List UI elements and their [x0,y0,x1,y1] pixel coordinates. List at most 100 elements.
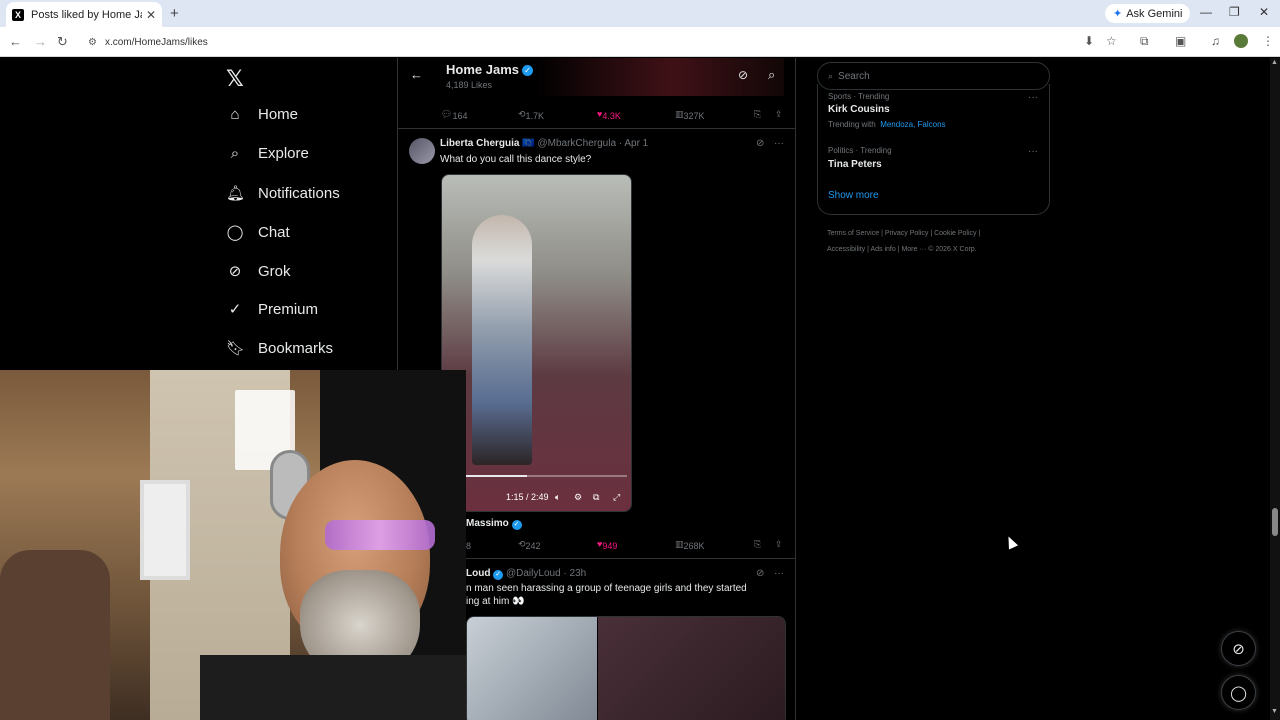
footer-links-2[interactable]: Accessibility | Ads info | More ··· © 20… [827,246,977,253]
nav-premium[interactable]: ✓ Premium [226,300,318,319]
video-credit: Massimo ✓ [466,518,522,530]
views-button[interactable]: ▥ 268K [675,539,705,551]
post-actions: 💬︎ 164 ⟲ 1.7K ♥ 4.3K ▥ 327K ⎘ ⇪ [398,107,795,123]
post-text-line2: ing at him 👀 [466,596,525,607]
url-field[interactable]: ⚙ x.com/HomeJams/likes [82,31,1072,53]
profile-header: ← Home Jams ✓ 4,189 Likes ⊘ ⌕ [398,58,795,96]
media-icon[interactable]: ♫ [1211,34,1220,48]
close-tab-icon[interactable]: ✕ [146,8,156,22]
ask-gemini-button[interactable]: ✦ Ask Gemini [1105,4,1191,23]
scroll-up-icon[interactable]: ▲ [1271,59,1278,66]
more-icon[interactable]: ··· [1028,146,1038,157]
gemini-spark-icon: ✦ [1113,8,1123,20]
scroll-down-icon[interactable]: ▼ [1271,708,1278,715]
author-name[interactable]: Liberta Cherguia [440,138,519,149]
bookmark-icon[interactable]: ⎘ [754,539,761,550]
more-icon[interactable]: ··· [774,138,784,149]
reply-button[interactable]: 💬︎ 164 [441,109,467,121]
post-header: Loud ✓ @DailyLoud · 23h [466,568,586,580]
post-date[interactable]: · Apr 1 [619,138,648,149]
ask-gemini-label: Ask Gemini [1126,7,1183,20]
trends-panel: Sports · Trending Kirk Cousins Trending … [817,84,1050,215]
settings-icon[interactable]: ⚙ [574,492,582,503]
video-player[interactable]: 1:15 / 2:49 🔈︎ ⚙ ⧉ ⤢ [441,174,632,512]
like-count: 949 [602,541,618,551]
share-icon[interactable]: ⇪ [775,539,783,550]
fullscreen-icon[interactable]: ⤢ [613,492,620,503]
reply-count: 8 [466,541,472,551]
trend-with-links[interactable]: Mendoza, Falcons [880,120,945,129]
volume-icon[interactable]: 🔈︎ [555,492,560,503]
profile-name: Home Jams ✓ [446,62,533,77]
avatar[interactable] [409,138,435,164]
nav-grok[interactable]: ⊘ Grok [226,262,291,281]
verified-badge-icon: ✓ [493,570,504,580]
footer-links-1[interactable]: Terms of Service | Privacy Policy | Cook… [827,230,980,237]
media-image[interactable] [598,617,785,720]
pip-icon[interactable]: ⧉ [593,492,599,503]
flag-icon: 🇪🇺 [522,138,535,149]
more-icon[interactable]: ··· [1028,92,1038,103]
sidepanel-icon[interactable]: ▣ [1175,34,1186,48]
repost-button[interactable]: ⟲ 1.7K [518,109,544,121]
nav-bookmarks[interactable]: 🔖︎ Bookmarks [226,339,333,358]
nav-chat[interactable]: ◯ Chat [226,223,290,242]
views-button[interactable]: ▥ 327K [675,109,705,121]
nav-home[interactable]: ⌂ Home [226,106,298,123]
browser-tab[interactable]: X Posts liked by Home Jams (@H ✕ [6,2,162,27]
menu-kebab-icon[interactable]: ⋮ [1262,34,1274,48]
like-button[interactable]: ♥ 4.3K [597,109,621,121]
repost-button[interactable]: ⟲ 242 [518,539,541,551]
credit-name[interactable]: Massimo [466,518,509,529]
grok-icon[interactable]: ⊘ [756,138,764,149]
search-icon[interactable]: ⌕ [768,67,775,83]
close-window-icon[interactable]: ✕ [1259,5,1269,19]
grok-icon[interactable]: ⊘ [738,68,748,82]
media-image[interactable] [467,617,597,720]
bookmark-icon: 🔖︎ [226,340,246,357]
bookmark-star-icon[interactable]: ☆ [1106,34,1117,48]
author-name[interactable]: Loud [466,568,490,579]
install-app-icon[interactable]: ⬇ [1084,34,1094,48]
show-more-link[interactable]: Show more [828,190,879,201]
post-date[interactable]: · 23h [563,568,586,579]
x-logo-icon[interactable]: 𝕏 [226,66,244,92]
address-toolbar: ← → ↻ ⚙ x.com/HomeJams/likes ⬇ ☆ ⧉ ▣ ♫ ⋮ [0,27,1280,57]
scroll-thumb[interactable] [1272,508,1278,536]
extensions-icon[interactable]: ⧉ [1140,34,1149,49]
minimize-icon[interactable]: — [1200,5,1212,19]
author-handle[interactable]: @DailyLoud [506,568,561,579]
nav-notifications[interactable]: 🔔︎ Notifications [226,184,340,203]
x-favicon-icon: X [12,8,24,21]
grok-icon: ⊘ [228,263,242,280]
page-scrollbar[interactable]: ▲ ▼ [1270,58,1280,720]
verified-badge-icon: ✓ [521,65,533,77]
reply-count: 164 [452,111,468,121]
reload-icon[interactable]: ↻ [57,34,68,50]
back-arrow-icon[interactable]: ← [410,67,423,82]
search-icon: ⌕ [828,70,834,81]
post-media-grid[interactable] [466,616,786,720]
site-info-icon[interactable]: ⚙ [88,37,97,48]
repost-count: 1.7K [525,111,545,121]
video-progress-bar[interactable] [448,475,627,477]
grok-icon[interactable]: ⊘ [756,568,764,579]
views-count: 268K [683,541,705,551]
nav-chat-label: Chat [258,223,290,241]
like-button[interactable]: ♥ 949 [597,539,617,551]
grok-fab-icon[interactable]: ⊘ [1221,631,1256,666]
nav-explore[interactable]: ⌕ Explore [226,145,309,162]
share-icon[interactable]: ⇪ [775,109,783,120]
new-tab-button[interactable]: + [170,5,179,22]
author-handle[interactable]: @MbarkChergula [537,138,616,149]
likes-count: 4,189 Likes [446,80,493,90]
webcam-person-glasses [325,520,435,550]
profile-avatar[interactable] [1234,34,1248,48]
chat-fab-icon[interactable]: ◯ [1221,675,1256,710]
bookmark-icon[interactable]: ⎘ [754,109,761,120]
back-icon[interactable]: ← [9,34,22,49]
forward-icon[interactable]: → [34,34,47,49]
nav-explore-label: Explore [258,145,309,162]
more-icon[interactable]: ··· [774,568,784,579]
restore-icon[interactable]: ❐ [1229,5,1240,19]
